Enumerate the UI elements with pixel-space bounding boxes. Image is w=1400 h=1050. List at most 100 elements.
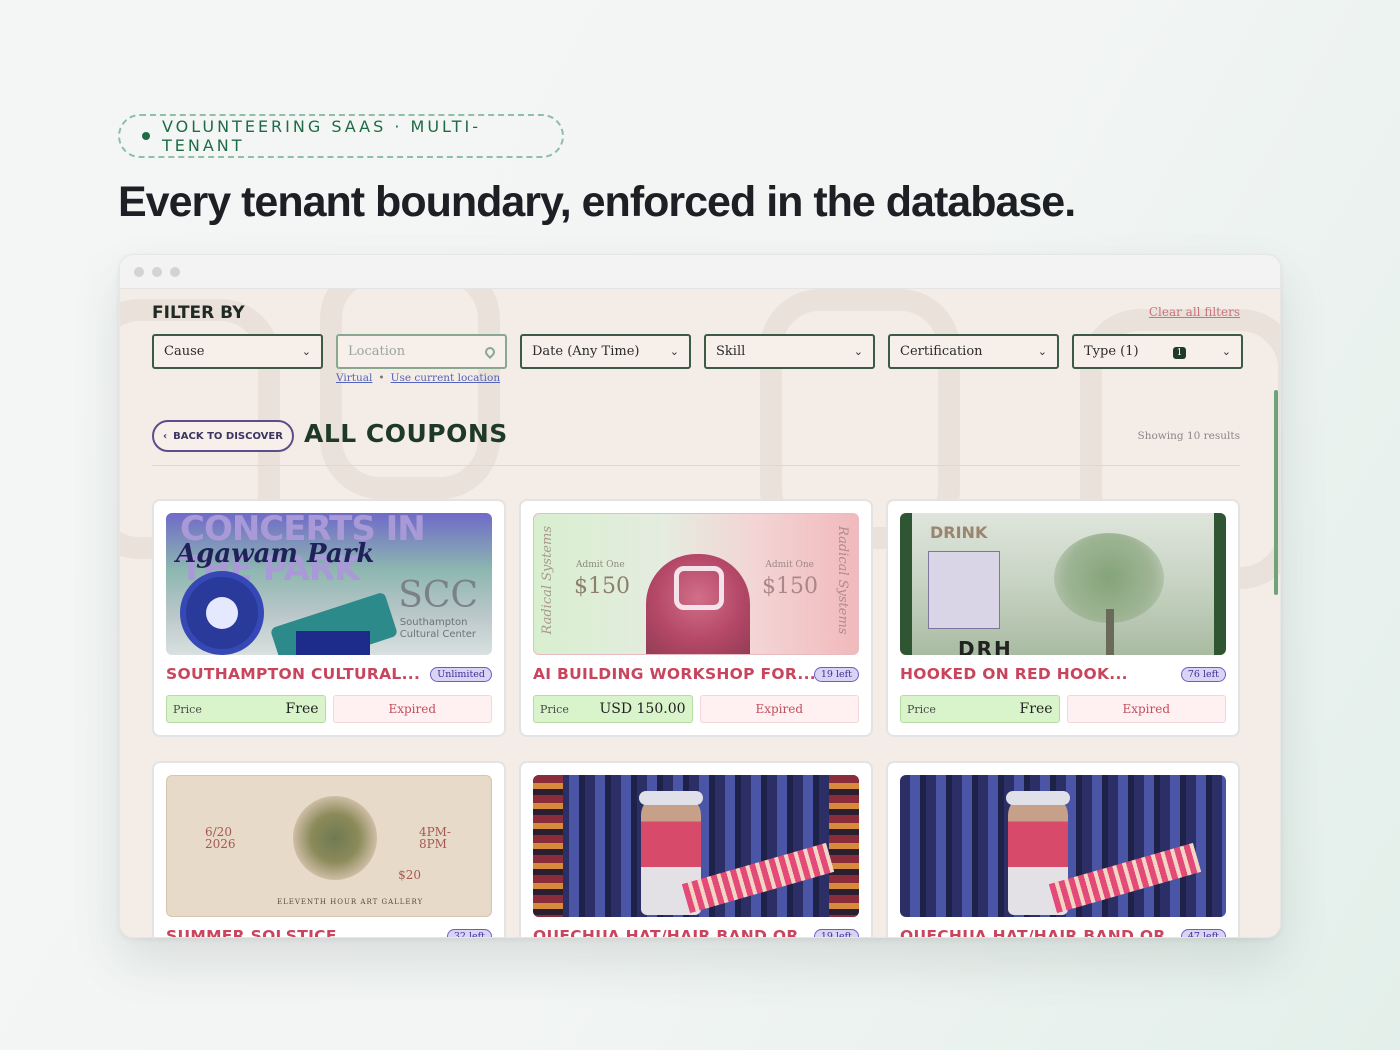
- coupon-card[interactable]: Radical Systems Radical Systems Admit On…: [519, 499, 873, 737]
- clear-filters-link[interactable]: Clear all filters: [1149, 305, 1240, 319]
- coupon-title[interactable]: QUECHUA HAT/HAIR BAND OR...: [533, 927, 814, 937]
- image-text: Agawam Park: [176, 539, 375, 569]
- back-to-discover-button[interactable]: ‹ BACK TO DISCOVER: [152, 420, 294, 452]
- image-text: SCC: [398, 575, 478, 616]
- image-text: Radical Systems: [540, 526, 555, 635]
- hat-illustration: [639, 791, 703, 805]
- coupon-image: 6/20 2026 4PM- 8PM $20 ELEVENTH HOUR ART…: [166, 775, 492, 917]
- image-text: 4PM- 8PM: [418, 825, 451, 851]
- price-label: Price: [540, 702, 569, 716]
- chevron-down-icon: ⌄: [853, 345, 863, 358]
- window-dot-minimize[interactable]: [152, 266, 162, 277]
- loom-illustration: [681, 842, 835, 914]
- type-select-value: Type (1) 1: [1084, 344, 1187, 359]
- type-label: Type (1): [1084, 344, 1139, 359]
- cause-select-value: Cause: [164, 344, 205, 359]
- image-shape: [296, 631, 370, 655]
- image-text: $20: [398, 868, 421, 882]
- tree-trunk: [1106, 609, 1114, 655]
- card-header: QUECHUA HAT/HAIR BAND OR... 19 left: [533, 927, 859, 937]
- price-value: Free: [285, 701, 319, 717]
- location-links: Virtual • Use current location: [336, 372, 500, 384]
- price-box: Price Free: [166, 695, 326, 723]
- coupon-title[interactable]: AI BUILDING WORKSHOP FOR...: [533, 665, 814, 683]
- textile-border: [533, 775, 563, 917]
- coupon-title[interactable]: QUECHUA HAT/HAIR BAND OR...: [900, 927, 1181, 937]
- chevron-down-icon: ⌄: [1037, 345, 1047, 358]
- certification-select[interactable]: Certification ⌄: [888, 334, 1059, 369]
- cause-select[interactable]: Cause ⌄: [152, 334, 323, 369]
- browser-window: FILTER BY Clear all filters Cause ⌄ Loca…: [119, 254, 1281, 938]
- loom-illustration: [1048, 842, 1202, 914]
- window-dot-maximize[interactable]: [170, 266, 180, 277]
- availability-badge: 47 left: [1180, 928, 1226, 937]
- scrollbar[interactable]: [1274, 390, 1278, 595]
- card-header: SUMMER SOLSTICE 32 left: [166, 927, 492, 937]
- window-dot-close[interactable]: [134, 266, 144, 277]
- chevron-left-icon: ‹: [163, 430, 168, 442]
- image-text: $150: [762, 574, 818, 599]
- image-text: DRINK: [930, 523, 988, 542]
- background-logo-mark: [320, 289, 500, 499]
- seal-emblem: [180, 571, 264, 655]
- coupon-card[interactable]: QUECHUA HAT/HAIR BAND OR... 47 left: [886, 761, 1240, 937]
- availability-badge: 19 left: [813, 666, 859, 682]
- card-header: QUECHUA HAT/HAIR BAND OR... 47 left: [900, 927, 1226, 937]
- certification-select-value: Certification: [900, 344, 983, 359]
- card-header: HOOKED ON RED HOOK... 76 left: [900, 665, 1226, 683]
- availability-badge: 19 left: [813, 928, 859, 937]
- location-placeholder: Location: [348, 344, 406, 359]
- results-count: Showing 10 results: [1137, 430, 1241, 442]
- virtual-link[interactable]: Virtual: [336, 372, 372, 384]
- flower-illustration: [293, 796, 377, 880]
- price-box: Price USD 150.00: [533, 695, 693, 723]
- price-label: Price: [173, 702, 202, 716]
- image-text: ELEVENTH HOUR ART GALLERY: [277, 898, 424, 906]
- image-text: Radical Systems: [835, 526, 850, 635]
- type-count-badge: 1: [1172, 347, 1187, 359]
- coupon-card[interactable]: QUECHUA HAT/HAIR BAND OR... 19 left: [519, 761, 873, 937]
- card-footer: Price Free Expired: [900, 695, 1226, 723]
- coupon-grid: CONCERTS IN THE PARK Agawam Park SCC Sou…: [152, 499, 1240, 937]
- headline: Every tenant boundary, enforced in the d…: [118, 178, 1076, 226]
- availability-badge: 76 left: [1180, 666, 1226, 682]
- location-input[interactable]: Location: [336, 334, 507, 369]
- type-select[interactable]: Type (1) 1 ⌄: [1072, 334, 1243, 369]
- availability-badge: 32 left: [446, 928, 492, 937]
- price-box: Price Free: [900, 695, 1060, 723]
- hat-illustration: [1006, 791, 1070, 805]
- coupons-page: FILTER BY Clear all filters Cause ⌄ Loca…: [120, 289, 1280, 937]
- chevron-down-icon: ⌄: [669, 345, 679, 358]
- date-select[interactable]: Date (Any Time) ⌄: [520, 334, 691, 369]
- price-value: USD 150.00: [599, 701, 686, 717]
- coupon-title[interactable]: SOUTHAMPTON CULTURAL...: [166, 665, 420, 683]
- page-title: ALL COUPONS: [304, 419, 508, 448]
- chevron-down-icon: ⌄: [301, 345, 311, 358]
- coupon-title[interactable]: HOOKED ON RED HOOK...: [900, 665, 1128, 683]
- eyebrow-dot: [142, 132, 150, 140]
- skill-select-value: Skill: [716, 344, 746, 359]
- coupon-image: CONCERTS IN THE PARK Agawam Park SCC Sou…: [166, 513, 492, 655]
- card-header: AI BUILDING WORKSHOP FOR... 19 left: [533, 665, 859, 683]
- image-text: $150: [574, 574, 630, 599]
- use-current-location-link[interactable]: Use current location: [391, 372, 501, 384]
- filter-bar: Cause ⌄ Location Date (Any Time) ⌄ Skill…: [152, 334, 1243, 369]
- coupon-image: [533, 775, 859, 917]
- status-badge: Expired: [332, 695, 492, 723]
- image-text: 6/20 2026: [205, 825, 236, 851]
- price-label: Price: [907, 702, 936, 716]
- coupon-card[interactable]: CONCERTS IN THE PARK Agawam Park SCC Sou…: [152, 499, 506, 737]
- status-badge: Expired: [1066, 695, 1226, 723]
- eyebrow-tag: VOLUNTEERING SAAS · MULTI-TENANT: [118, 114, 564, 158]
- coupon-title[interactable]: SUMMER SOLSTICE: [166, 927, 337, 937]
- availability-badge: Unlimited: [430, 666, 492, 682]
- chevron-down-icon: ⌄: [1221, 345, 1231, 358]
- coupon-card[interactable]: 6/20 2026 4PM- 8PM $20 ELEVENTH HOUR ART…: [152, 761, 506, 937]
- map-pin-icon: [482, 344, 498, 359]
- card-footer: Price Free Expired: [166, 695, 492, 723]
- link-separator: •: [378, 372, 385, 384]
- logo-mark: [674, 566, 724, 610]
- skill-select[interactable]: Skill ⌄: [704, 334, 875, 369]
- window-chrome: [120, 255, 1280, 289]
- coupon-card[interactable]: DRINK DRH HOOKED ON RED HOOK... 76 left …: [886, 499, 1240, 737]
